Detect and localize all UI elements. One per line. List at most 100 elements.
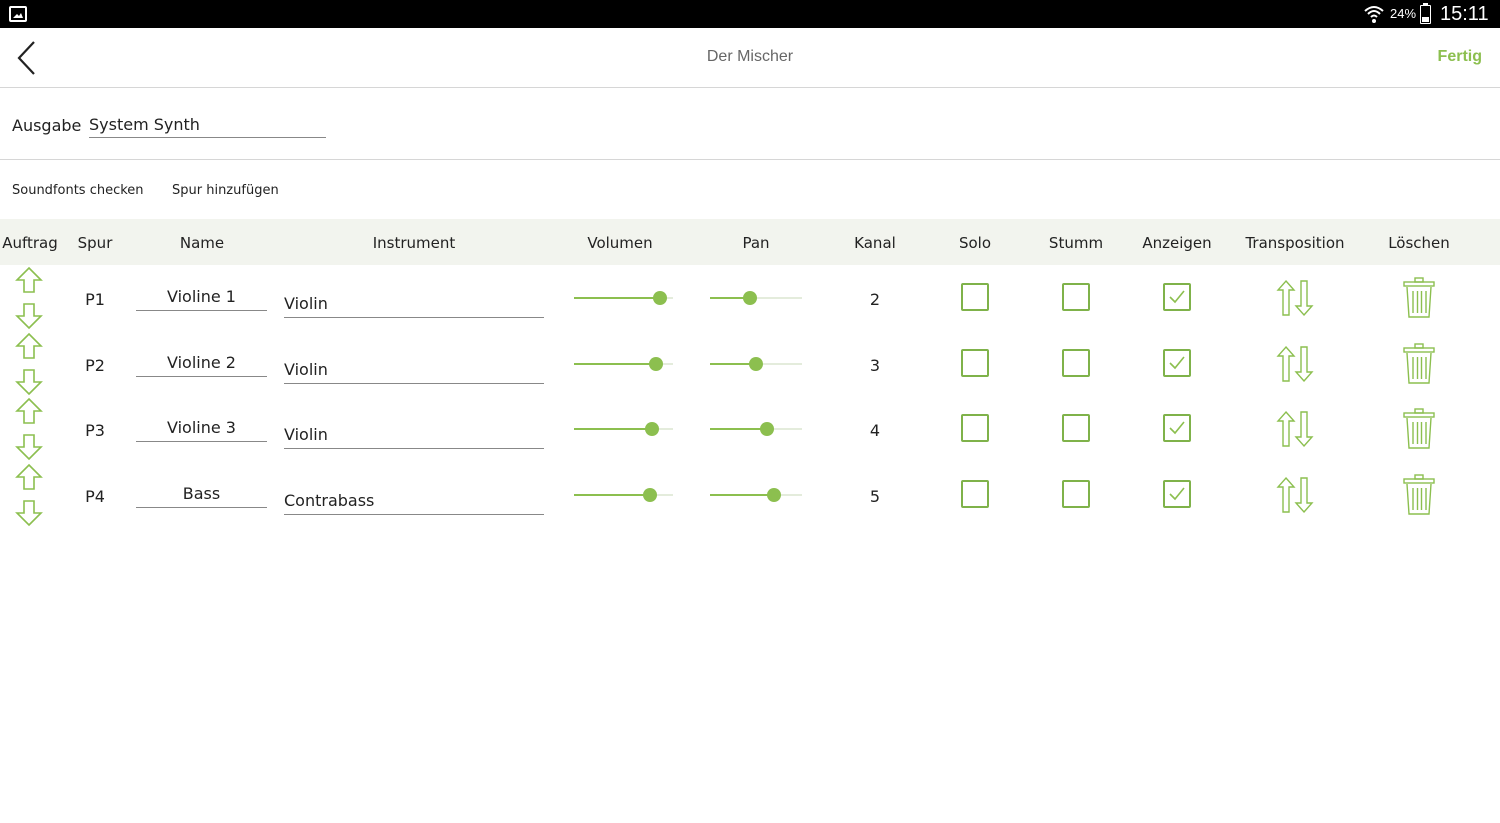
instrument-select[interactable]: Violin [284, 283, 544, 318]
track-name-input[interactable]: Bass [136, 480, 267, 508]
transpose-arrows-icon [1275, 410, 1315, 452]
move-down-button[interactable] [15, 368, 43, 396]
track-name-input[interactable]: Violine 1 [136, 283, 267, 311]
track-row: P4 Bass Contrabass 5 [0, 463, 1500, 529]
channel-value: 4 [869, 421, 881, 440]
move-up-button[interactable] [15, 463, 43, 491]
track-id: P3 [85, 421, 105, 440]
pan-slider-thumb[interactable] [749, 357, 763, 371]
pan-slider-thumb[interactable] [767, 488, 781, 502]
trash-icon [1402, 408, 1436, 454]
track-row: P3 Violine 3 Violin 4 [0, 397, 1500, 463]
instrument-select[interactable]: Contrabass [284, 480, 544, 515]
trash-icon [1402, 474, 1436, 520]
column-header-volume: Volumen [587, 234, 653, 252]
battery-percent: 24% [1390, 6, 1417, 21]
delete-track-button[interactable] [1402, 277, 1436, 319]
delete-track-button[interactable] [1402, 343, 1436, 385]
move-up-button[interactable] [15, 266, 43, 294]
column-header-solo: Solo [958, 234, 992, 252]
track-name-input[interactable]: Violine 3 [136, 414, 267, 442]
done-button[interactable]: Fertig [1438, 48, 1482, 66]
column-header-pan: Pan [742, 234, 770, 252]
output-row: Ausgabe System Synth [0, 88, 1500, 160]
transposition-button[interactable] [1275, 410, 1315, 448]
arrow-up-icon [15, 463, 43, 495]
column-header-instrument: Instrument [372, 234, 456, 252]
column-header-channel: Kanal [854, 234, 896, 252]
show-checkbox[interactable] [1163, 480, 1191, 508]
volume-slider-thumb[interactable] [645, 422, 659, 436]
transpose-arrows-icon [1275, 279, 1315, 321]
transposition-button[interactable] [1275, 279, 1315, 317]
output-select[interactable]: System Synth [89, 110, 326, 138]
show-checkbox[interactable] [1163, 283, 1191, 311]
solo-checkbox[interactable] [961, 349, 989, 377]
volume-slider-thumb[interactable] [643, 488, 657, 502]
solo-checkbox[interactable] [961, 480, 989, 508]
move-up-button[interactable] [15, 332, 43, 360]
move-down-button[interactable] [15, 499, 43, 527]
volume-slider[interactable] [574, 357, 673, 371]
mute-checkbox[interactable] [1062, 283, 1090, 311]
column-header-delete: Löschen [1388, 234, 1450, 252]
trash-icon [1402, 343, 1436, 389]
channel-value: 2 [869, 290, 881, 309]
volume-slider[interactable] [574, 291, 673, 305]
column-header-order: Auftrag [2, 234, 58, 252]
volume-slider[interactable] [574, 488, 673, 502]
page-title: Der Mischer [706, 48, 794, 65]
status-bar: 24% 15:11 [0, 0, 1500, 28]
table-header: Auftrag Spur Name Instrument Volumen Pan… [0, 219, 1500, 265]
column-header-name: Name [179, 234, 225, 252]
channel-value: 5 [869, 487, 881, 506]
column-header-show: Anzeigen [1142, 234, 1212, 252]
track-id: P1 [85, 290, 105, 309]
transposition-button[interactable] [1275, 345, 1315, 383]
clock: 15:11 [1440, 3, 1489, 25]
mute-checkbox[interactable] [1062, 349, 1090, 377]
column-header-mute: Stumm [1048, 234, 1104, 252]
arrow-up-icon [15, 266, 43, 298]
pan-slider-thumb[interactable] [743, 291, 757, 305]
output-label: Ausgabe [12, 116, 82, 135]
pan-slider[interactable] [710, 422, 802, 436]
solo-checkbox[interactable] [961, 414, 989, 442]
move-down-button[interactable] [15, 302, 43, 330]
track-row: P1 Violine 1 Violin 2 [0, 266, 1500, 332]
column-header-transposition: Transposition [1245, 234, 1345, 252]
track-id: P4 [85, 487, 105, 506]
move-up-button[interactable] [15, 397, 43, 425]
app-header: Der Mischer Fertig [0, 28, 1500, 88]
instrument-select[interactable]: Violin [284, 349, 544, 384]
pan-slider[interactable] [710, 291, 802, 305]
instrument-select[interactable]: Violin [284, 414, 544, 449]
transposition-button[interactable] [1275, 476, 1315, 514]
pan-slider-thumb[interactable] [760, 422, 774, 436]
pan-slider[interactable] [710, 357, 802, 371]
trash-icon [1402, 277, 1436, 323]
transpose-arrows-icon [1275, 476, 1315, 518]
delete-track-button[interactable] [1402, 408, 1436, 450]
track-name-input[interactable]: Violine 2 [136, 349, 267, 377]
show-checkbox[interactable] [1163, 349, 1191, 377]
track-row: P2 Violine 2 Violin 3 [0, 332, 1500, 398]
delete-track-button[interactable] [1402, 474, 1436, 516]
show-checkbox[interactable] [1163, 414, 1191, 442]
volume-slider[interactable] [574, 422, 673, 436]
gallery-notification-icon [9, 6, 27, 22]
check-soundfonts-button[interactable]: Soundfonts checken [12, 183, 144, 198]
arrow-down-icon [15, 500, 43, 531]
mute-checkbox[interactable] [1062, 480, 1090, 508]
volume-slider-thumb[interactable] [653, 291, 667, 305]
mute-checkbox[interactable] [1062, 414, 1090, 442]
wifi-icon [1364, 6, 1384, 23]
pan-slider[interactable] [710, 488, 802, 502]
move-down-button[interactable] [15, 433, 43, 461]
volume-slider-thumb[interactable] [649, 357, 663, 371]
arrow-up-icon [15, 397, 43, 429]
solo-checkbox[interactable] [961, 283, 989, 311]
add-track-button[interactable]: Spur hinzufügen [172, 183, 279, 198]
battery-icon [1420, 3, 1431, 24]
transpose-arrows-icon [1275, 345, 1315, 387]
